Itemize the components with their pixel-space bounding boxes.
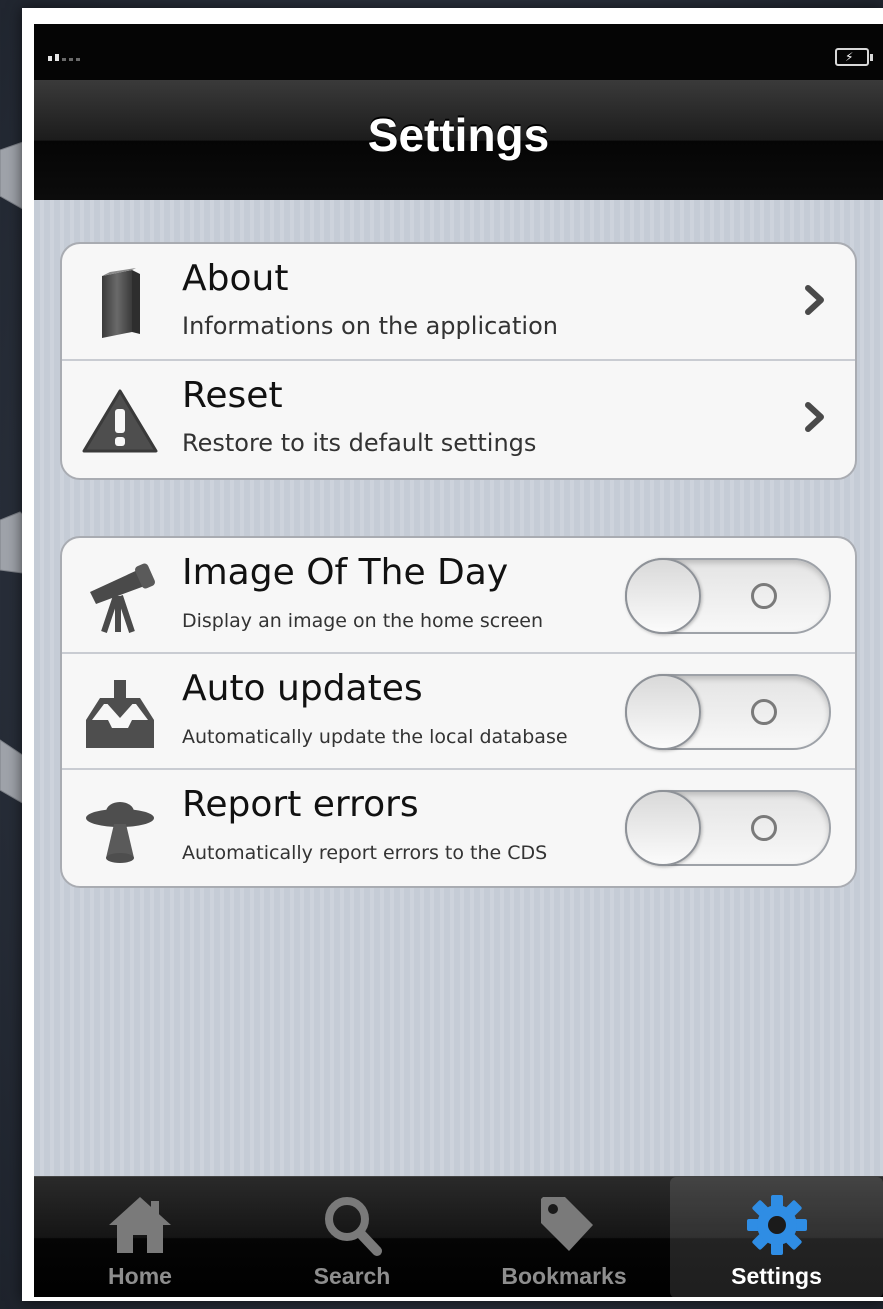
row-title: Image Of The Day xyxy=(182,552,509,593)
signal-bars-icon xyxy=(48,54,80,61)
home-icon xyxy=(109,1197,171,1253)
tab-home[interactable]: Home xyxy=(34,1177,246,1297)
toggle-knob xyxy=(625,558,701,634)
toggle-off-indicator xyxy=(751,815,777,841)
battery-charging-icon: ⚡ xyxy=(835,48,873,66)
tab-label: Search xyxy=(313,1263,391,1289)
settings-row-reset[interactable]: Reset Restore to its default settings xyxy=(62,361,855,478)
toggle-knob xyxy=(625,674,701,750)
toggle-off-indicator xyxy=(751,699,777,725)
toggle-off-indicator xyxy=(751,583,777,609)
report-errors-toggle[interactable] xyxy=(625,790,831,866)
row-subtitle: Informations on the application xyxy=(182,312,558,340)
search-icon xyxy=(325,1197,382,1256)
tab-label: Settings xyxy=(731,1263,822,1289)
chevron-right-icon xyxy=(805,402,824,432)
image-of-the-day-toggle[interactable] xyxy=(625,558,831,634)
row-subtitle: Restore to its default settings xyxy=(182,429,537,457)
book-icon xyxy=(102,268,140,338)
row-title: About xyxy=(182,258,289,299)
tab-settings[interactable]: Settings xyxy=(670,1177,883,1297)
tag-icon xyxy=(541,1197,593,1251)
tab-search[interactable]: Search xyxy=(246,1177,458,1297)
settings-row-report-errors: Report errors Automatically report error… xyxy=(62,770,855,886)
row-subtitle: Automatically update the local database xyxy=(182,726,568,748)
status-bar: ⚡ xyxy=(34,24,883,80)
auto-updates-toggle[interactable] xyxy=(625,674,831,750)
navigation-bar: Settings xyxy=(34,80,883,201)
tab-label: Home xyxy=(108,1263,172,1289)
settings-row-about[interactable]: About Informations on the application xyxy=(62,244,855,361)
device-frame: ⚡ Settings About Informations on the app… xyxy=(22,8,883,1301)
tab-bookmarks[interactable]: Bookmarks xyxy=(458,1177,670,1297)
settings-row-image-of-the-day: Image Of The Day Display an image on the… xyxy=(62,538,855,654)
settings-row-auto-updates: Auto updates Automatically update the lo… xyxy=(62,654,855,770)
app-screen: ⚡ Settings About Informations on the app… xyxy=(34,24,883,1297)
page-title: Settings xyxy=(367,109,550,161)
row-title: Report errors xyxy=(182,784,419,825)
tab-label: Bookmarks xyxy=(501,1263,627,1289)
tab-bar: Home Search Bookmarks Settings xyxy=(34,1176,883,1297)
row-title: Auto updates xyxy=(182,668,423,709)
settings-group-options: Image Of The Day Display an image on the… xyxy=(60,536,857,888)
gear-icon xyxy=(746,1195,807,1255)
settings-group-general: About Informations on the application Re… xyxy=(60,242,857,480)
row-subtitle: Automatically report errors to the CDS xyxy=(182,842,548,864)
inbox-download-icon xyxy=(86,680,154,748)
row-subtitle: Display an image on the home screen xyxy=(182,610,544,632)
ufo-icon xyxy=(86,802,154,863)
row-title: Reset xyxy=(182,375,283,416)
toggle-knob xyxy=(625,790,701,866)
warning-icon xyxy=(82,389,158,453)
chevron-right-icon xyxy=(805,285,824,315)
telescope-icon xyxy=(90,563,155,633)
settings-content: About Informations on the application Re… xyxy=(34,200,883,1176)
